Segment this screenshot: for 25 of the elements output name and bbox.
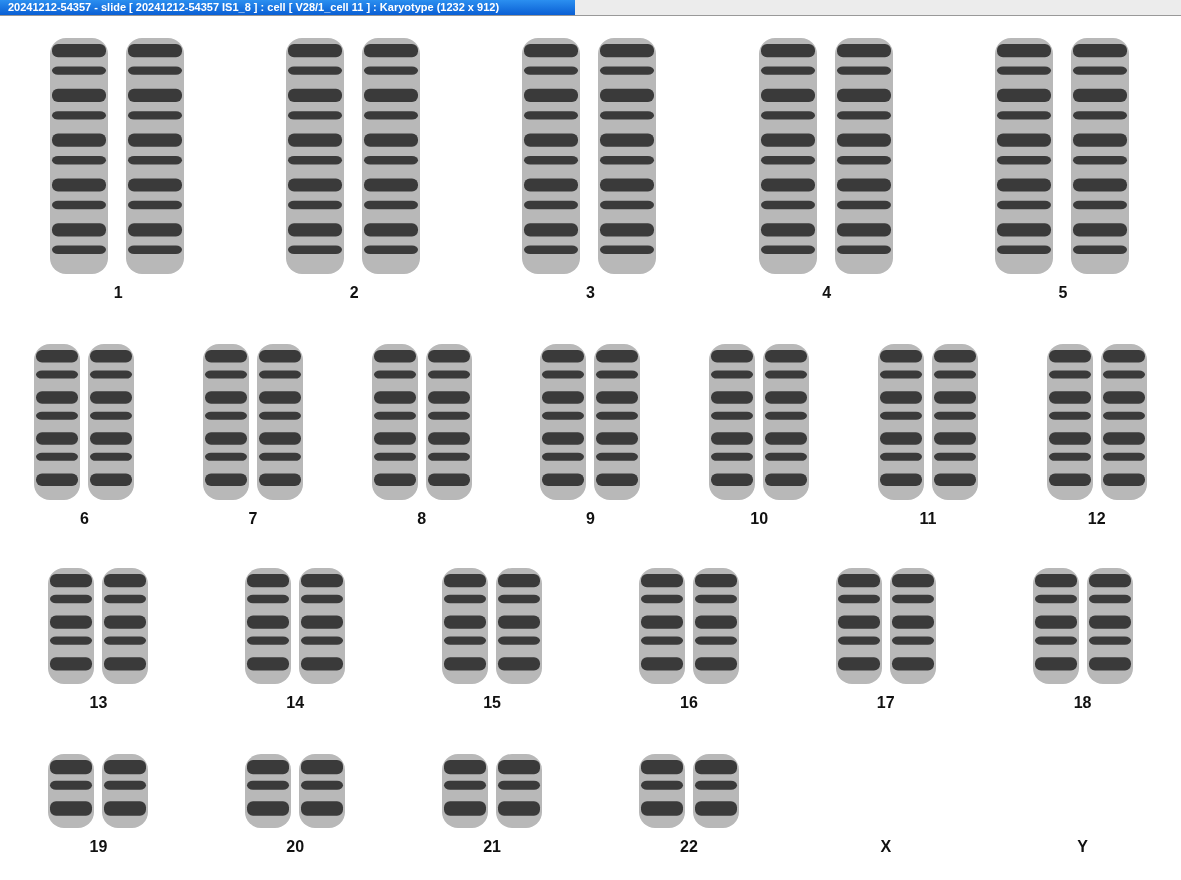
chromosome-label: 7	[248, 510, 258, 528]
chromosome-label: 13	[89, 694, 108, 712]
chromosome-label: 18	[1073, 694, 1092, 712]
chromosome-label: 2	[349, 284, 359, 302]
chromosome-label: 10	[750, 510, 769, 528]
chromosome-label: 1	[113, 284, 123, 302]
chromosome-label: 20	[286, 838, 305, 856]
chromosome-label: 3	[586, 284, 595, 302]
chromosome-label: 15	[483, 694, 501, 712]
chromosome-label: 6	[79, 510, 89, 528]
chromosome-label: 12	[1087, 510, 1106, 528]
chromosome-label: 22	[680, 838, 698, 856]
chromosome-label: 4	[822, 284, 832, 302]
chromosome-label: 17	[876, 694, 895, 712]
chromosome-label: 8	[417, 510, 427, 528]
window-title: 20241212-54357 - slide [ 20241212-54357 IS1_8 ] : cell [ V28/1_cell 11 ] : Karyotype (1232 x 912)	[0, 0, 575, 15]
chromosome-label: 9	[586, 510, 595, 528]
chromosome-label: Y	[1077, 838, 1088, 856]
chromosome-label: 19	[89, 838, 108, 856]
chromosome-label: 11	[919, 510, 937, 528]
chromosome-label: 14	[286, 694, 305, 712]
chromosome-label: 5	[1058, 284, 1068, 302]
chromosome-label: X	[880, 838, 892, 856]
chromosome-label: 16	[680, 694, 698, 712]
chromosome-label: 21	[483, 838, 501, 856]
